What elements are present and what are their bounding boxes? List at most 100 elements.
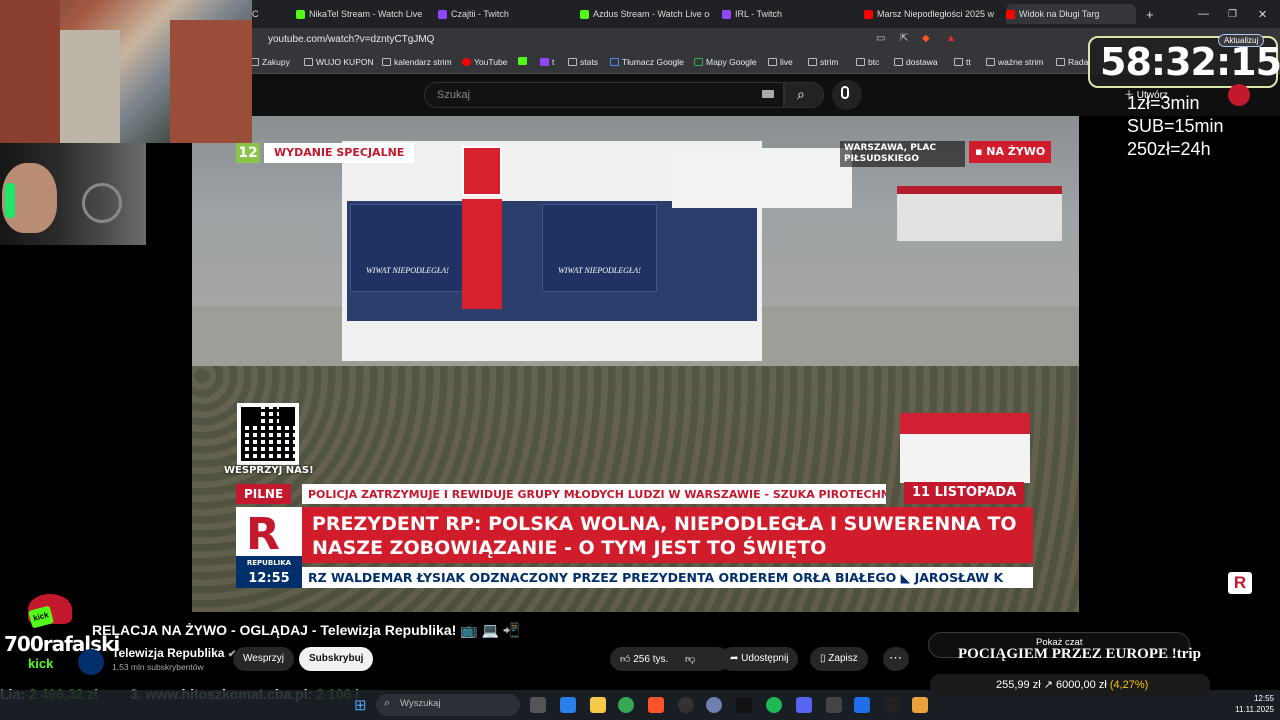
tab-label: Azdus Stream - Watch Live on <box>593 9 710 19</box>
video-player[interactable]: WIWAT NIEPODLEGŁA! WIWAT NIEPODLEGŁA! 12… <box>192 116 1079 612</box>
app-icon[interactable] <box>706 697 722 713</box>
support-button[interactable]: Wesprzyj <box>233 647 294 671</box>
channel-name[interactable]: Telewizja Republika ✔ <box>112 646 236 660</box>
like-button[interactable]: 👍︎ 256 tys. 👎︎ <box>610 647 730 671</box>
bookmark-item[interactable]: strim <box>808 57 838 67</box>
file-explorer-icon[interactable] <box>590 697 606 713</box>
share-button[interactable]: ➦ Udostępnij <box>720 647 799 671</box>
bookmark-label: Mapy Google <box>706 57 757 67</box>
bookmark-item[interactable] <box>518 57 527 65</box>
chrome-icon[interactable] <box>618 697 634 713</box>
banner-text: WIWAT NIEPODLEGŁA! <box>366 266 449 275</box>
folder-icon <box>768 58 777 66</box>
stage-banner-right: WIWAT NIEPODLEGŁA! <box>542 204 657 292</box>
bookmark-item[interactable]: btc <box>856 57 879 67</box>
streamer-facecam <box>0 143 146 245</box>
cast-icon[interactable]: ▭ <box>876 33 885 44</box>
more-button[interactable]: ⋯ <box>883 647 909 671</box>
app-icon[interactable] <box>826 697 842 713</box>
new-tab-button[interactable]: + <box>1146 4 1154 24</box>
tab-label: Widok na Długi Targ <box>1019 9 1100 19</box>
banner-text: WIWAT NIEPODLEGŁA! <box>558 266 641 275</box>
buildings-left <box>0 0 60 143</box>
bookmark-item[interactable]: ważne strim <box>986 57 1043 67</box>
tab-label: Marsz Niepodległości 2025 w <box>877 9 994 19</box>
bookmark-item[interactable]: Zakupy <box>250 57 290 67</box>
tab-marsz[interactable]: Marsz Niepodległości 2025 w <box>864 4 994 24</box>
system-clock[interactable]: 12:55 11.11.2025 <box>1220 693 1274 715</box>
discord-icon[interactable] <box>796 697 812 713</box>
rewards-icon[interactable]: ▲ <box>946 33 956 44</box>
windows-start-icon[interactable]: ⊞ <box>354 696 367 714</box>
taskbar-search[interactable]: ⌕ Wyszukaj <box>376 694 520 716</box>
channel-avatar[interactable] <box>78 649 104 675</box>
folder-icon <box>382 58 391 66</box>
account-avatar[interactable] <box>1228 84 1250 106</box>
close-icon[interactable]: ✕ <box>1258 4 1267 24</box>
twitch-icon <box>438 9 447 19</box>
app-icon[interactable] <box>854 697 870 713</box>
app-icon[interactable] <box>912 697 928 713</box>
tab-irl[interactable]: IRL - Twitch <box>722 4 852 24</box>
bookmark-item[interactable]: Rada <box>1056 57 1088 67</box>
bookmark-item[interactable]: t <box>540 57 554 67</box>
trip-banner: POCIĄGIEM PRZEZ EUROPE !trip <box>958 646 1201 662</box>
tab-azdus[interactable]: Azdus Stream - Watch Live on <box>580 4 710 24</box>
share-page-icon[interactable]: ⇱ <box>900 33 908 44</box>
thumbs-down-icon[interactable]: 👎︎ <box>685 654 695 665</box>
obs-icon[interactable] <box>678 697 694 713</box>
youtube-icon <box>864 9 873 19</box>
update-button[interactable]: Aktualizuj <box>1218 34 1265 47</box>
rate-line: SUB=15min <box>1127 116 1224 136</box>
bookmark-item[interactable]: stats <box>568 57 598 67</box>
bookmark-item[interactable]: Mapy Google <box>694 57 757 67</box>
bookmark-label: btc <box>868 57 880 67</box>
bookmark-label: stats <box>580 57 598 67</box>
app-icon[interactable] <box>884 697 900 713</box>
bookmark-item[interactable]: tt <box>954 57 971 67</box>
bookmark-item[interactable]: WUJO KUPON <box>304 57 374 67</box>
location-label: WARSZAWA, PLAC PIŁSUDSKIEGO <box>840 141 965 167</box>
news-ticker: RZ WALDEMAR ŁYSIAK ODZNACZONY PRZEZ PREZ… <box>302 567 1033 588</box>
save-button[interactable]: ▯ Zapisz <box>810 647 868 671</box>
bookmark-item[interactable]: kalendarz strim <box>382 57 452 67</box>
brave-icon[interactable] <box>648 697 664 713</box>
live-badge: ▪ NA ŻYWO <box>969 141 1052 163</box>
brave-shield-icon[interactable]: ◆ <box>922 33 930 44</box>
bookmark-label: dostawa <box>906 57 938 67</box>
voice-search-button[interactable] <box>832 80 862 110</box>
bookmark-item[interactable]: live <box>768 57 793 67</box>
url-field[interactable]: youtube.com/watch?v=dzntyCTgJMQ <box>268 34 434 45</box>
share-icon: ➦ <box>730 653 742 664</box>
keyboard-icon[interactable] <box>762 90 774 98</box>
tab-nikatel[interactable]: NikaTel Stream - Watch Live <box>296 4 426 24</box>
maps-icon <box>694 58 703 66</box>
minimize-icon[interactable]: — <box>1198 4 1209 24</box>
street <box>60 30 120 143</box>
bookmark-item[interactable]: YouTube <box>462 57 507 67</box>
app-icon[interactable] <box>736 697 752 713</box>
tab-partial[interactable]: C <box>252 4 288 24</box>
mic-icon <box>841 86 849 99</box>
tab-widok-active[interactable]: Widok na Długi Targ <box>1006 4 1136 24</box>
widgets-icon[interactable] <box>560 697 576 713</box>
tab-czajtii[interactable]: Czajtii - Twitch <box>438 4 568 24</box>
twitch-icon <box>540 58 549 66</box>
search-input[interactable]: Szukaj <box>424 82 784 108</box>
task-view-icon[interactable] <box>530 697 546 713</box>
restore-icon[interactable]: ❐ <box>1228 4 1237 24</box>
tomb-colonnade <box>897 186 1062 241</box>
platform-tag: kick <box>28 656 54 671</box>
subscribe-button[interactable]: Subskrybuj <box>299 647 374 671</box>
spotify-icon[interactable] <box>766 697 782 713</box>
folder-icon <box>954 58 963 66</box>
bookmark-label: WUJO KUPON <box>316 57 374 67</box>
btc-widget: 255,99 zł ↗ 6000,00 zł (4,27%) <box>930 674 1210 696</box>
urgent-label: PILNE <box>236 484 292 504</box>
bookmark-item[interactable]: Tłumacz Google <box>610 57 684 67</box>
qr-code <box>237 403 299 465</box>
search-button[interactable]: ⌕ <box>784 82 824 108</box>
bookmark-item[interactable]: dostawa <box>894 57 938 67</box>
republika-watermark: R <box>1228 572 1252 594</box>
tab-label: NikaTel Stream - Watch Live <box>309 9 423 19</box>
